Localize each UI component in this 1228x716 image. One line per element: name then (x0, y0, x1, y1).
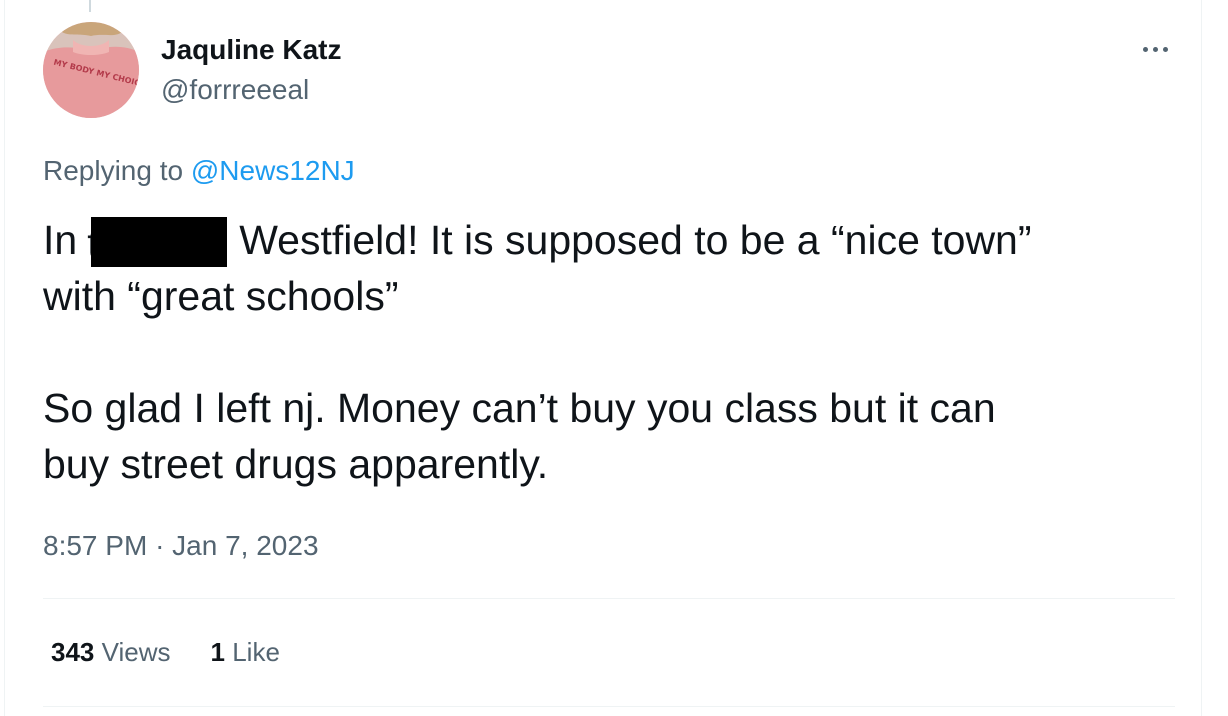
views-label: Views (101, 637, 171, 667)
likes-stat[interactable]: 1 Like (211, 637, 280, 668)
tweet-text-line-2: with “great schools” (43, 273, 399, 319)
replying-to-mention-link[interactable]: @News12NJ (191, 155, 355, 186)
tweet-text-paragraph-2-line-2: buy street drugs apparently. (43, 441, 549, 487)
author-handle[interactable]: @forrreeeal (161, 74, 309, 106)
redaction-box: t (87, 215, 228, 267)
more-options-button[interactable] (1133, 34, 1177, 64)
avatar-image: MY BODY MY CHOICE (43, 22, 139, 118)
tweet-timestamp: 8:57 PM · Jan 7, 2023 (43, 530, 319, 562)
thread-connector-line (89, 0, 91, 12)
avatar[interactable]: MY BODY MY CHOICE (43, 22, 139, 118)
divider-top (43, 598, 1175, 599)
tweet-text-segment-start: In (43, 217, 78, 263)
likes-count: 1 (210, 637, 225, 667)
tweet-date-link[interactable]: Jan 7, 2023 (172, 530, 318, 561)
tweet-card: MY BODY MY CHOICE Jaquline Katz @forrree… (4, 0, 1202, 716)
views-count: 343 (51, 637, 95, 667)
divider-bottom (43, 706, 1175, 707)
timestamp-separator: · (155, 530, 165, 561)
views-stat[interactable]: 343 Views (51, 637, 171, 668)
tweet-time-link[interactable]: 8:57 PM (43, 530, 147, 561)
tweet-text: IntWestfield! It is supposed to be a “ni… (43, 212, 1183, 492)
more-horizontal-icon-dot-2 (1152, 46, 1158, 52)
more-horizontal-icon (1142, 46, 1148, 52)
redaction-black-bar (91, 217, 228, 267)
tweet-text-paragraph-2-line-1: So glad I left nj. Money can’t buy you c… (43, 385, 996, 431)
author-name[interactable]: Jaquline Katz (161, 34, 341, 66)
replying-prefix: Replying to (43, 155, 184, 186)
tweet-text-segment-end: Westfield! It is supposed to be a “nice … (239, 217, 1032, 263)
tweet-text-line-1: IntWestfield! It is supposed to be a “ni… (43, 212, 1183, 268)
likes-label: Like (232, 637, 280, 667)
more-horizontal-icon-dot-3 (1162, 46, 1168, 52)
replying-to-line: Replying to @News12NJ (43, 155, 355, 187)
tweet-stats: 343 Views 1 Like (51, 637, 280, 668)
